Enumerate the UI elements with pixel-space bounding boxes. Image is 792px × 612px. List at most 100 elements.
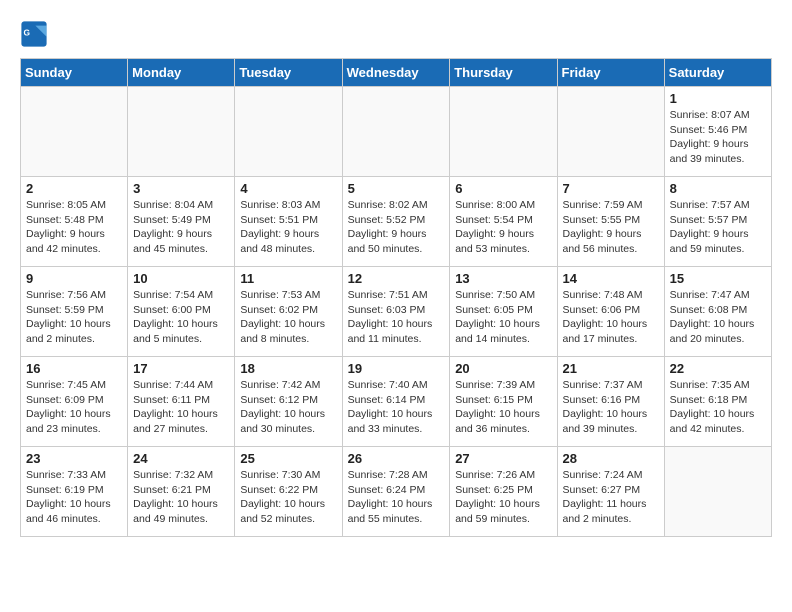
day-info: Sunrise: 7:47 AM Sunset: 6:08 PM Dayligh… bbox=[670, 288, 766, 347]
calendar-cell: 18 Sunrise: 7:42 AM Sunset: 6:12 PM Dayli… bbox=[235, 357, 342, 447]
day-number: 3 bbox=[133, 181, 229, 196]
svg-text:G: G bbox=[24, 27, 31, 37]
day-number: 7 bbox=[563, 181, 659, 196]
day-info: Sunrise: 7:35 AM Sunset: 6:18 PM Dayligh… bbox=[670, 378, 766, 437]
day-info: Sunrise: 7:37 AM Sunset: 6:16 PM Dayligh… bbox=[563, 378, 659, 437]
day-of-week-header: Friday bbox=[557, 59, 664, 87]
calendar-cell bbox=[664, 447, 771, 537]
day-number: 15 bbox=[670, 271, 766, 286]
day-number: 6 bbox=[455, 181, 551, 196]
day-info: Sunrise: 7:28 AM Sunset: 6:24 PM Dayligh… bbox=[348, 468, 445, 527]
calendar-cell: 1 Sunrise: 8:07 AM Sunset: 5:46 PM Daylig… bbox=[664, 87, 771, 177]
calendar-cell bbox=[235, 87, 342, 177]
week-row: 2Sunrise: 8:05 AM Sunset: 5:48 PM Daylig… bbox=[21, 177, 772, 267]
day-number: 26 bbox=[348, 451, 445, 466]
day-number: 23 bbox=[26, 451, 122, 466]
day-number: 13 bbox=[455, 271, 551, 286]
day-of-week-header: Sunday bbox=[21, 59, 128, 87]
day-number: 25 bbox=[240, 451, 336, 466]
day-number: 2 bbox=[26, 181, 122, 196]
day-info: Sunrise: 7:53 AM Sunset: 6:02 PM Dayligh… bbox=[240, 288, 336, 347]
calendar-cell: 16 Sunrise: 7:45 AM Sunset: 6:09 PM Dayli… bbox=[21, 357, 128, 447]
day-info: Sunrise: 7:32 AM Sunset: 6:21 PM Dayligh… bbox=[133, 468, 229, 527]
calendar-cell: 17 Sunrise: 7:44 AM Sunset: 6:11 PM Dayli… bbox=[128, 357, 235, 447]
calendar-cell: 5 Sunrise: 8:02 AM Sunset: 5:52 PM Daylig… bbox=[342, 177, 450, 267]
day-number: 24 bbox=[133, 451, 229, 466]
calendar-cell: 11 Sunrise: 7:53 AM Sunset: 6:02 PM Dayli… bbox=[235, 267, 342, 357]
week-row: 23 Sunrise: 7:33 AM Sunset: 6:19 PM Dayli… bbox=[21, 447, 772, 537]
calendar-body: 1 Sunrise: 8:07 AM Sunset: 5:46 PM Daylig… bbox=[21, 87, 772, 537]
day-info: Sunrise: 7:26 AM Sunset: 6:25 PM Dayligh… bbox=[455, 468, 551, 527]
day-number: 4 bbox=[240, 181, 336, 196]
day-info: Sunrise: 8:02 AM Sunset: 5:52 PM Dayligh… bbox=[348, 198, 445, 257]
day-number: 16 bbox=[26, 361, 122, 376]
day-of-week-header: Saturday bbox=[664, 59, 771, 87]
day-info: Sunrise: 7:45 AM Sunset: 6:09 PM Dayligh… bbox=[26, 378, 122, 437]
day-info: Sunrise: 7:54 AM Sunset: 6:00 PM Dayligh… bbox=[133, 288, 229, 347]
day-number: 17 bbox=[133, 361, 229, 376]
calendar-cell bbox=[450, 87, 557, 177]
days-of-week-row: SundayMondayTuesdayWednesdayThursdayFrid… bbox=[21, 59, 772, 87]
day-number: 9 bbox=[26, 271, 122, 286]
calendar-cell: 12 Sunrise: 7:51 AM Sunset: 6:03 PM Dayli… bbox=[342, 267, 450, 357]
day-info: Sunrise: 7:40 AM Sunset: 6:14 PM Dayligh… bbox=[348, 378, 445, 437]
calendar-cell: 9 Sunrise: 7:56 AM Sunset: 5:59 PM Daylig… bbox=[21, 267, 128, 357]
day-info: Sunrise: 7:56 AM Sunset: 5:59 PM Dayligh… bbox=[26, 288, 122, 347]
week-row: 1 Sunrise: 8:07 AM Sunset: 5:46 PM Daylig… bbox=[21, 87, 772, 177]
day-info: Sunrise: 8:07 AM Sunset: 5:46 PM Dayligh… bbox=[670, 108, 766, 167]
day-info: Sunrise: 7:39 AM Sunset: 6:15 PM Dayligh… bbox=[455, 378, 551, 437]
calendar-cell: 19Sunrise: 7:40 AM Sunset: 6:14 PM Dayli… bbox=[342, 357, 450, 447]
calendar-cell: 3Sunrise: 8:04 AM Sunset: 5:49 PM Daylig… bbox=[128, 177, 235, 267]
calendar-cell: 8 Sunrise: 7:57 AM Sunset: 5:57 PM Daylig… bbox=[664, 177, 771, 267]
day-number: 14 bbox=[563, 271, 659, 286]
week-row: 16 Sunrise: 7:45 AM Sunset: 6:09 PM Dayli… bbox=[21, 357, 772, 447]
day-info: Sunrise: 7:57 AM Sunset: 5:57 PM Dayligh… bbox=[670, 198, 766, 257]
logo: G bbox=[20, 20, 52, 48]
day-number: 18 bbox=[240, 361, 336, 376]
calendar-cell: 20 Sunrise: 7:39 AM Sunset: 6:15 PM Dayli… bbox=[450, 357, 557, 447]
day-number: 28 bbox=[563, 451, 659, 466]
day-info: Sunrise: 7:42 AM Sunset: 6:12 PM Dayligh… bbox=[240, 378, 336, 437]
day-info: Sunrise: 7:59 AM Sunset: 5:55 PM Dayligh… bbox=[563, 198, 659, 257]
calendar-cell: 4 Sunrise: 8:03 AM Sunset: 5:51 PM Daylig… bbox=[235, 177, 342, 267]
day-of-week-header: Monday bbox=[128, 59, 235, 87]
day-of-week-header: Thursday bbox=[450, 59, 557, 87]
day-number: 8 bbox=[670, 181, 766, 196]
calendar-table: SundayMondayTuesdayWednesdayThursdayFrid… bbox=[20, 58, 772, 537]
day-info: Sunrise: 7:51 AM Sunset: 6:03 PM Dayligh… bbox=[348, 288, 445, 347]
calendar-cell: 14 Sunrise: 7:48 AM Sunset: 6:06 PM Dayli… bbox=[557, 267, 664, 357]
day-info: Sunrise: 8:03 AM Sunset: 5:51 PM Dayligh… bbox=[240, 198, 336, 257]
logo-icon: G bbox=[20, 20, 48, 48]
day-of-week-header: Tuesday bbox=[235, 59, 342, 87]
calendar-cell: 10 Sunrise: 7:54 AM Sunset: 6:00 PM Dayli… bbox=[128, 267, 235, 357]
calendar-cell: 13Sunrise: 7:50 AM Sunset: 6:05 PM Dayli… bbox=[450, 267, 557, 357]
calendar-cell: 15 Sunrise: 7:47 AM Sunset: 6:08 PM Dayli… bbox=[664, 267, 771, 357]
day-number: 12 bbox=[348, 271, 445, 286]
day-number: 5 bbox=[348, 181, 445, 196]
calendar-cell: 6 Sunrise: 8:00 AM Sunset: 5:54 PM Daylig… bbox=[450, 177, 557, 267]
calendar-cell: 21 Sunrise: 7:37 AM Sunset: 6:16 PM Dayli… bbox=[557, 357, 664, 447]
day-number: 22 bbox=[670, 361, 766, 376]
day-number: 20 bbox=[455, 361, 551, 376]
day-number: 10 bbox=[133, 271, 229, 286]
day-info: Sunrise: 7:30 AM Sunset: 6:22 PM Dayligh… bbox=[240, 468, 336, 527]
calendar-cell bbox=[557, 87, 664, 177]
day-of-week-header: Wednesday bbox=[342, 59, 450, 87]
calendar-cell bbox=[21, 87, 128, 177]
day-info: Sunrise: 7:44 AM Sunset: 6:11 PM Dayligh… bbox=[133, 378, 229, 437]
calendar-cell: 26 Sunrise: 7:28 AM Sunset: 6:24 PM Dayli… bbox=[342, 447, 450, 537]
day-info: Sunrise: 8:00 AM Sunset: 5:54 PM Dayligh… bbox=[455, 198, 551, 257]
calendar-cell: 28Sunrise: 7:24 AM Sunset: 6:27 PM Dayli… bbox=[557, 447, 664, 537]
day-info: Sunrise: 7:33 AM Sunset: 6:19 PM Dayligh… bbox=[26, 468, 122, 527]
calendar-cell: 27Sunrise: 7:26 AM Sunset: 6:25 PM Dayli… bbox=[450, 447, 557, 537]
day-number: 21 bbox=[563, 361, 659, 376]
day-info: Sunrise: 7:48 AM Sunset: 6:06 PM Dayligh… bbox=[563, 288, 659, 347]
day-number: 11 bbox=[240, 271, 336, 286]
calendar-cell: 23 Sunrise: 7:33 AM Sunset: 6:19 PM Dayli… bbox=[21, 447, 128, 537]
page-header: G bbox=[20, 20, 772, 48]
calendar-cell: 24 Sunrise: 7:32 AM Sunset: 6:21 PM Dayli… bbox=[128, 447, 235, 537]
calendar-cell bbox=[342, 87, 450, 177]
week-row: 9 Sunrise: 7:56 AM Sunset: 5:59 PM Daylig… bbox=[21, 267, 772, 357]
calendar-header: SundayMondayTuesdayWednesdayThursdayFrid… bbox=[21, 59, 772, 87]
day-number: 1 bbox=[670, 91, 766, 106]
